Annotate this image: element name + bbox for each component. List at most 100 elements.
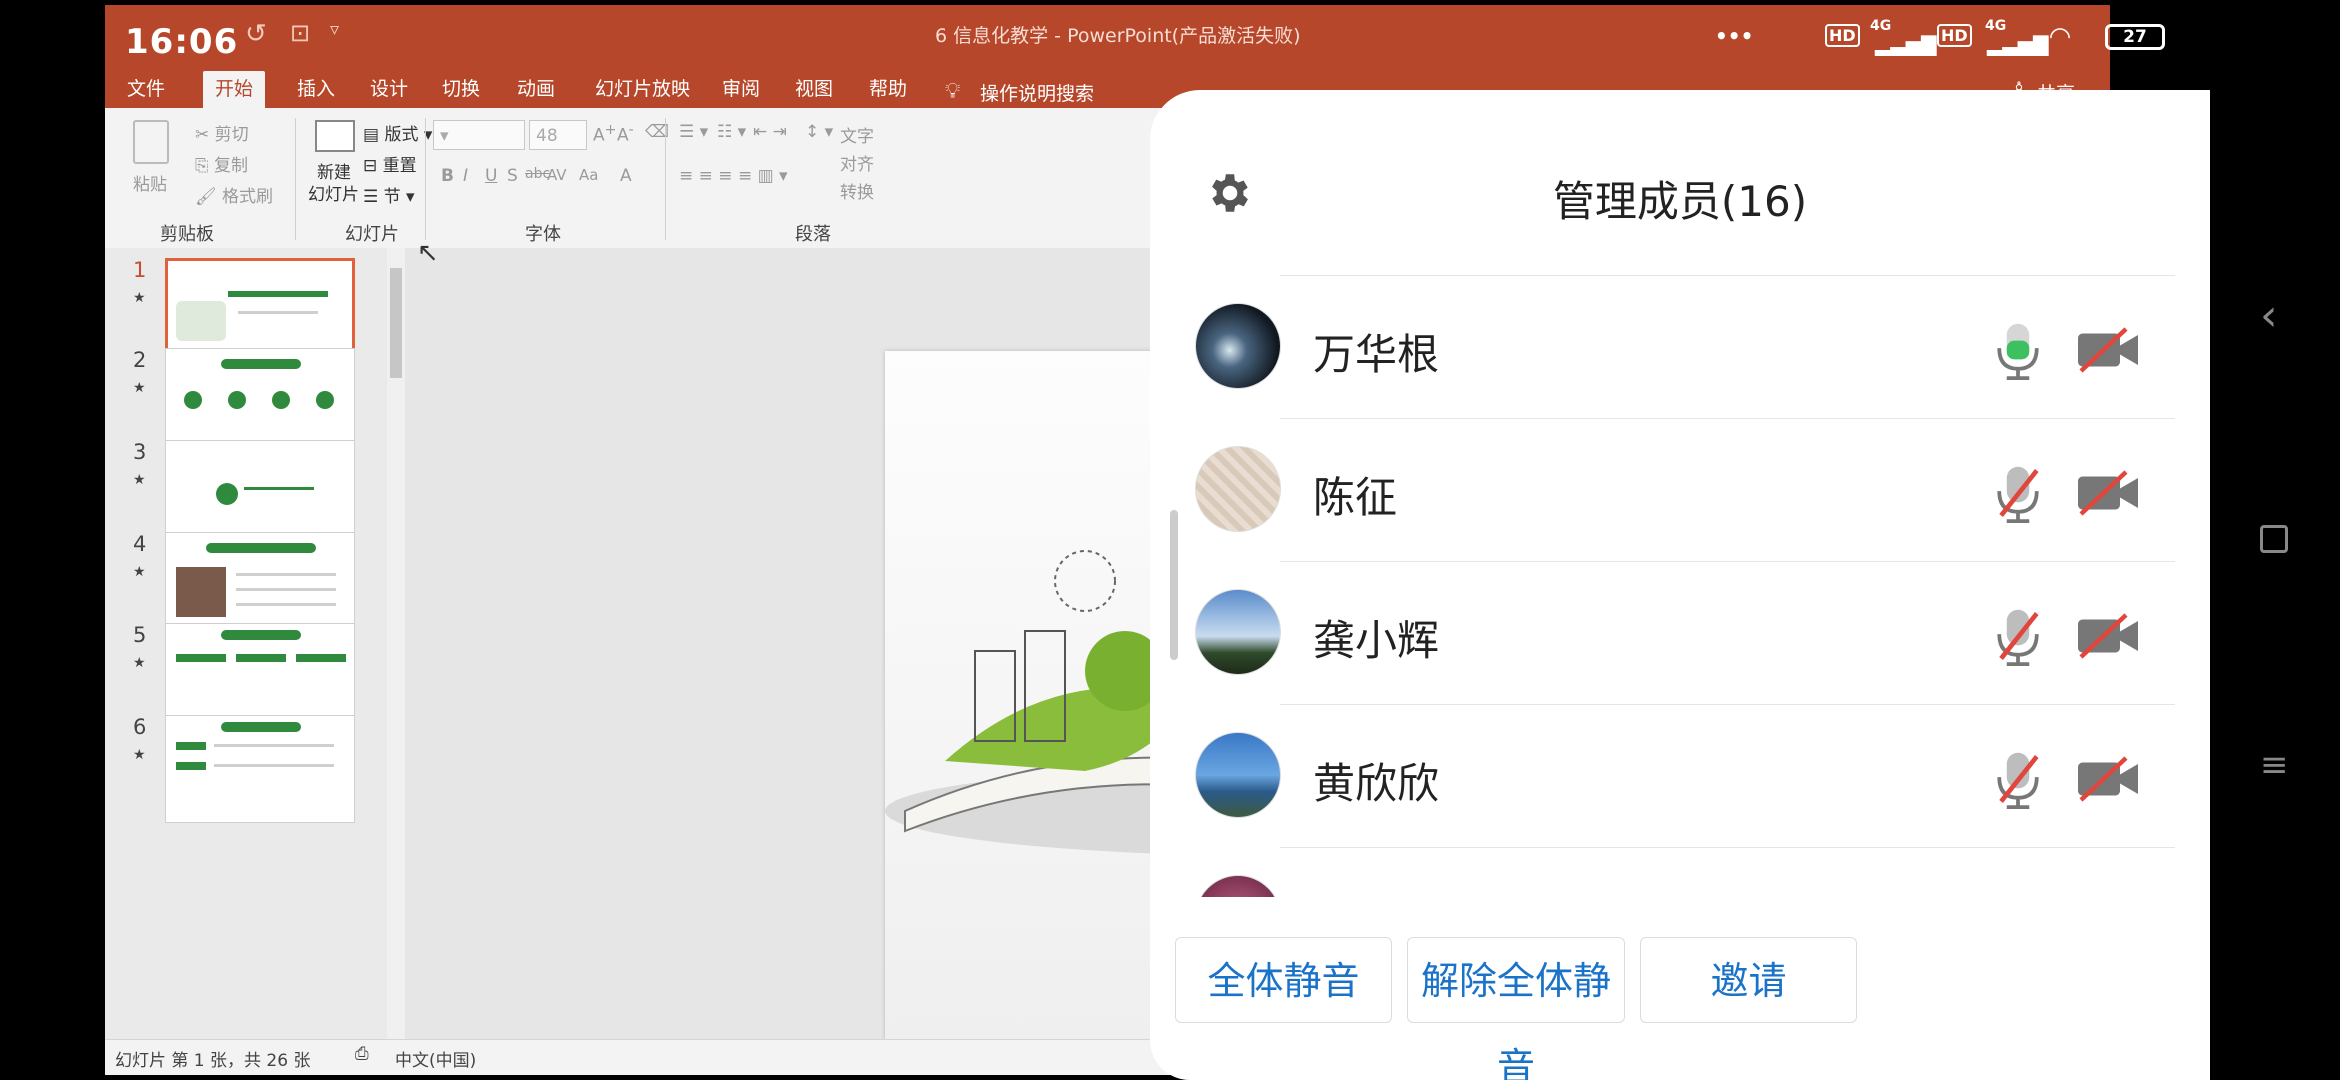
invite-button[interactable]: 邀请 [1640, 937, 1857, 1023]
new-slide-icon[interactable] [315, 120, 355, 152]
tab-view[interactable]: 视图 [783, 71, 845, 108]
spacing-button[interactable]: AV [547, 166, 567, 184]
layout-button[interactable]: ▤ 版式 ▾ [363, 120, 432, 145]
paste-icon[interactable] [133, 120, 169, 164]
grow-font-button[interactable]: A+ [593, 122, 617, 146]
mic-on-icon[interactable] [1995, 320, 2041, 380]
tab-insert[interactable]: 插入 [285, 71, 347, 108]
convert-smartart-button[interactable]: 转换 [840, 178, 874, 203]
member-name: 龚小辉 [1313, 616, 1440, 665]
shadow-button[interactable]: S [507, 166, 518, 186]
paste-label[interactable]: 粘贴 [133, 170, 167, 195]
tab-design[interactable]: 设计 [358, 71, 420, 108]
group-font-label: 字体 [525, 224, 561, 245]
member-row[interactable]: 龚小辉 [1195, 561, 2210, 704]
section-icon: ☰ [363, 187, 379, 207]
ribbon-separator [665, 118, 666, 240]
mouse-cursor-icon: ↖ [417, 238, 439, 268]
camera-off-icon[interactable] [2075, 756, 2141, 802]
italic-button[interactable]: I [463, 166, 468, 186]
notes-icon[interactable]: ⎙ [355, 1044, 369, 1064]
tab-animations[interactable]: 动画 [505, 71, 567, 108]
thumb-number: 1 [133, 258, 147, 282]
ribbon-separator [425, 118, 426, 240]
bullets-icon[interactable]: ☰ ▾ [679, 122, 708, 142]
customize-icon[interactable]: ▿ [330, 19, 339, 40]
hd-badge: HD [1825, 24, 1860, 47]
home-nav-icon[interactable] [2260, 525, 2288, 553]
align-icons[interactable]: ≡ ≡ ≡ ≡ ▥ ▾ [679, 166, 788, 186]
font-name-combo[interactable]: ▾ [433, 120, 525, 150]
back-nav-icon[interactable]: ‹ [2260, 290, 2278, 341]
member-row-partial[interactable] [1195, 847, 2210, 897]
font-color-button[interactable]: A [620, 166, 632, 186]
format-painter-button[interactable]: 🖌︎ 格式刷 [195, 182, 273, 207]
member-row[interactable]: 黄欣欣 [1195, 704, 2210, 847]
recents-nav-icon[interactable]: ≡ [2260, 745, 2289, 785]
reset-button[interactable]: ⊟ 重置 [363, 151, 417, 176]
member-name: 黄欣欣 [1313, 759, 1440, 808]
thumb-star: ★ [133, 564, 146, 580]
mic-off-icon[interactable] [1995, 749, 2041, 809]
camera-off-icon[interactable] [2075, 613, 2141, 659]
reset-icon: ⊟ [363, 156, 378, 176]
align-text-button[interactable]: 对齐 [840, 150, 874, 175]
ribbon-separator [295, 118, 296, 240]
camera-off-icon[interactable] [2075, 470, 2141, 516]
avatar [1195, 875, 1281, 897]
slide-thumbnail[interactable] [165, 715, 355, 823]
undo-icon[interactable]: ↺ [245, 19, 267, 49]
member-list-scrollbar[interactable] [1170, 510, 1178, 660]
mic-off-icon[interactable] [1995, 463, 2041, 523]
status-time: 16:06 [125, 22, 239, 62]
tab-slideshow[interactable]: 幻灯片放映 [583, 71, 702, 108]
section-button[interactable]: ☰ 节 ▾ [363, 182, 415, 207]
cut-button[interactable]: ✂ 剪切 [195, 120, 249, 145]
indent-icon[interactable]: ⇤ ⇥ [753, 122, 787, 142]
case-button[interactable]: Aa [579, 166, 598, 184]
tab-help[interactable]: 帮助 [857, 71, 919, 108]
shrink-font-button[interactable]: A- [617, 122, 634, 146]
thumb-number: 2 [133, 348, 147, 372]
member-row[interactable]: 万华根 [1195, 275, 2210, 418]
thumb-star: ★ [133, 290, 146, 306]
group-paragraph-label: 段落 [795, 224, 831, 245]
tell-me-search[interactable]: 操作说明搜索 [980, 79, 1094, 106]
copy-icon: ⎘ [195, 156, 209, 176]
group-slides-label: 幻灯片 [345, 224, 399, 245]
tab-home[interactable]: 开始 [203, 71, 266, 108]
panel-title: 管理成员(16) [1552, 177, 1808, 226]
hd-badge: HD [1937, 24, 1972, 47]
thumb-star: ★ [133, 380, 146, 396]
new-slide-label-2[interactable]: 幻灯片 [308, 180, 359, 205]
font-size-combo[interactable]: 48 [529, 120, 587, 150]
numbering-icon[interactable]: ☷ ▾ [717, 122, 746, 142]
tab-review[interactable]: 审阅 [710, 71, 772, 108]
copy-button[interactable]: ⎘ 复制 [195, 151, 248, 176]
thumbnail-scrollbar[interactable] [387, 248, 405, 1040]
underline-button[interactable]: U [485, 166, 497, 186]
tab-transitions[interactable]: 切换 [430, 71, 492, 108]
text-direction-button[interactable]: 文字 [840, 122, 874, 147]
slideshow-icon[interactable]: ⊡ [290, 19, 310, 47]
group-clipboard-label: 剪贴板 [160, 224, 214, 245]
member-row[interactable]: 陈征 [1195, 418, 2210, 561]
signal-icon: ▂▃▅▇ [1875, 32, 1937, 56]
camera-off-icon[interactable] [2075, 327, 2141, 373]
lightbulb-icon: 💡︎ [945, 79, 961, 104]
avatar [1195, 732, 1281, 818]
thumb-number: 6 [133, 715, 147, 739]
mute-all-button[interactable]: 全体静音 [1175, 937, 1392, 1023]
avatar [1195, 589, 1281, 675]
language-indicator[interactable]: 中文(中国) [395, 1046, 476, 1071]
avatar [1195, 446, 1281, 532]
mic-off-icon[interactable] [1995, 606, 2041, 666]
thumb-star: ★ [133, 472, 146, 488]
bold-button[interactable]: B [441, 166, 454, 186]
thumb-star: ★ [133, 747, 146, 763]
layout-icon: ▤ [363, 125, 380, 145]
unmute-all-button[interactable]: 解除全体静音 [1407, 937, 1625, 1080]
line-spacing-icon[interactable]: ↕ ▾ [805, 122, 833, 142]
tab-file[interactable]: 文件 [115, 71, 177, 108]
more-dots-icon: ••• [1715, 24, 1754, 48]
